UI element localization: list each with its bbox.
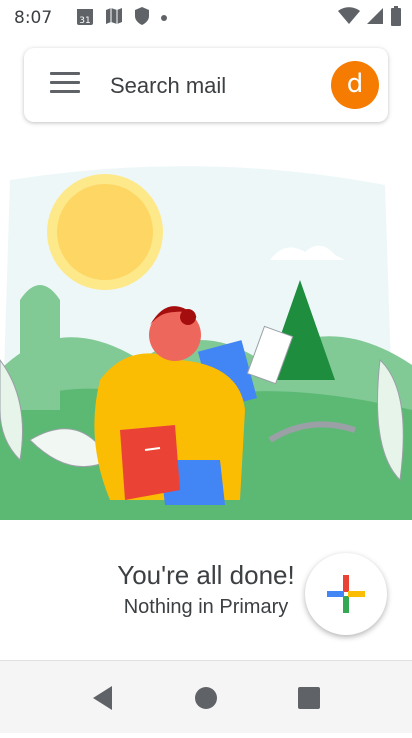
empty-inbox-illustration xyxy=(0,160,412,520)
system-nav-bar xyxy=(0,660,412,733)
shield-icon xyxy=(134,6,150,31)
account-avatar[interactable]: d xyxy=(331,61,379,109)
menu-icon[interactable] xyxy=(50,72,80,96)
signal-icon xyxy=(366,7,384,30)
battery-icon xyxy=(390,5,402,31)
calendar-icon: 31 xyxy=(76,6,94,31)
wifi-icon xyxy=(338,6,360,30)
notification-icons: 31 xyxy=(76,6,168,31)
search-bar[interactable]: Search mail d xyxy=(24,48,388,122)
home-icon[interactable] xyxy=(195,687,217,709)
recents-icon[interactable] xyxy=(298,687,320,709)
search-input[interactable]: Search mail xyxy=(110,73,226,99)
calendar-day: 31 xyxy=(79,16,90,26)
status-bar: 8:07 31 xyxy=(0,0,412,36)
system-icons xyxy=(338,5,402,31)
compose-button[interactable] xyxy=(305,553,387,635)
maps-icon xyxy=(104,6,124,31)
compose-plus-icon xyxy=(327,575,365,613)
back-icon[interactable] xyxy=(93,686,112,710)
status-time: 8:07 xyxy=(14,8,53,28)
dot-icon xyxy=(160,9,168,27)
